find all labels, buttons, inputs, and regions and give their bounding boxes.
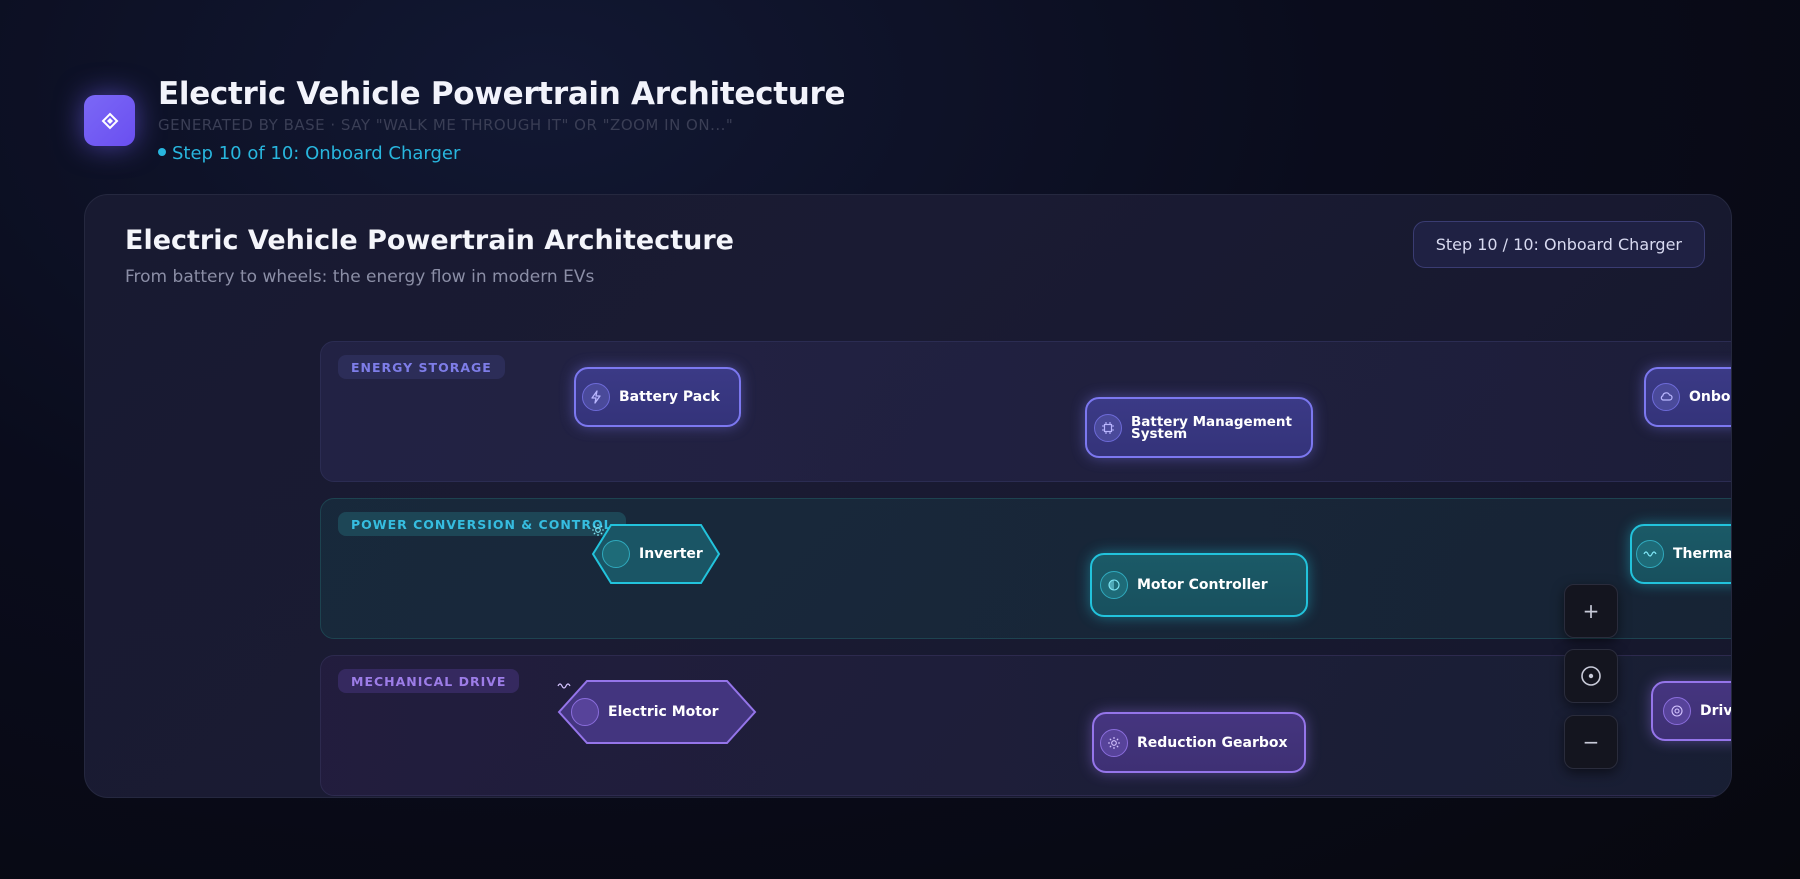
node-label: Reduction Gearbox [1137, 734, 1288, 751]
node-label: Battery Pack [619, 389, 720, 405]
node-reduction-gearbox[interactable]: Reduction Gearbox [1092, 712, 1306, 773]
plus-icon: + [1582, 599, 1600, 623]
lane-label-energy-storage: ENERGY STORAGE [338, 355, 505, 379]
wave-icon [1636, 540, 1664, 568]
cloud-icon [1652, 383, 1680, 411]
zoom-out-button[interactable]: − [1564, 715, 1618, 769]
node-battery-management-system[interactable]: Battery Management System [1085, 397, 1313, 458]
half-circle-icon [1100, 571, 1128, 599]
lane-energy-storage: ENERGY STORAGE [320, 341, 1731, 482]
app-header: Electric Vehicle Powertrain Architecture… [84, 72, 984, 172]
node-battery-pack[interactable]: Battery Pack [574, 367, 741, 427]
lane-power-conversion: POWER CONVERSION & CONTROL [320, 498, 1731, 639]
zoom-reset-button[interactable] [1564, 649, 1618, 703]
sun-icon [592, 524, 630, 568]
gear-icon [1100, 728, 1128, 757]
node-electric-motor[interactable]: Electric Motor [557, 679, 757, 745]
node-label-group: Battery Management System [1131, 415, 1292, 442]
minus-icon: − [1582, 730, 1600, 754]
node-label-line2: System [1131, 425, 1188, 442]
target-icon [1663, 697, 1691, 725]
step-pill: Step 10 / 10: Onboard Charger [1412, 221, 1705, 268]
node-label: Inverter [639, 546, 703, 562]
node-label: Drive [1700, 703, 1732, 719]
lightning-icon [582, 383, 610, 411]
current-step: Step 10 of 10: Onboard Charger [158, 143, 460, 164]
lane-label-power-conversion: POWER CONVERSION & CONTROL [338, 512, 626, 536]
node-thermal-management[interactable]: Thermal I [1630, 524, 1732, 584]
diagram-canvas[interactable]: Electric Vehicle Powertrain Architecture… [84, 194, 1732, 798]
target-icon [1581, 666, 1601, 686]
lane-mechanical-drive: MECHANICAL DRIVE [320, 655, 1731, 796]
app-title: Electric Vehicle Powertrain Architecture [158, 76, 846, 112]
chip-icon [1094, 413, 1122, 442]
node-label: Onboard [1689, 389, 1731, 405]
inverter-content: Inverter [591, 523, 721, 585]
step-dot [158, 148, 166, 156]
wave-icon [557, 683, 599, 726]
node-label: Motor Controller [1137, 577, 1268, 593]
node-onboard-charger[interactable]: Onboard [1644, 367, 1731, 427]
current-step-text: Step 10 of 10: Onboard Charger [172, 143, 461, 164]
node-inverter[interactable]: Inverter [591, 523, 721, 585]
lane-label-mechanical-drive: MECHANICAL DRIVE [338, 669, 520, 693]
zoom-in-button[interactable]: + [1564, 584, 1618, 638]
node-drive[interactable]: Drive [1651, 681, 1732, 741]
electric-motor-content: Electric Motor [557, 679, 757, 745]
node-motor-controller[interactable]: Motor Controller [1090, 553, 1308, 617]
node-label: Thermal I [1673, 546, 1732, 562]
diamond-icon [101, 112, 118, 129]
app-subtitle: GENERATED BY BASE · SAY "WALK ME THROUGH… [158, 116, 734, 134]
node-label: Electric Motor [608, 704, 719, 720]
diagram-title: Electric Vehicle Powertrain Architecture [125, 225, 734, 256]
app-logo [84, 95, 135, 146]
diagram-subtitle: From battery to wheels: the energy flow … [125, 267, 595, 287]
